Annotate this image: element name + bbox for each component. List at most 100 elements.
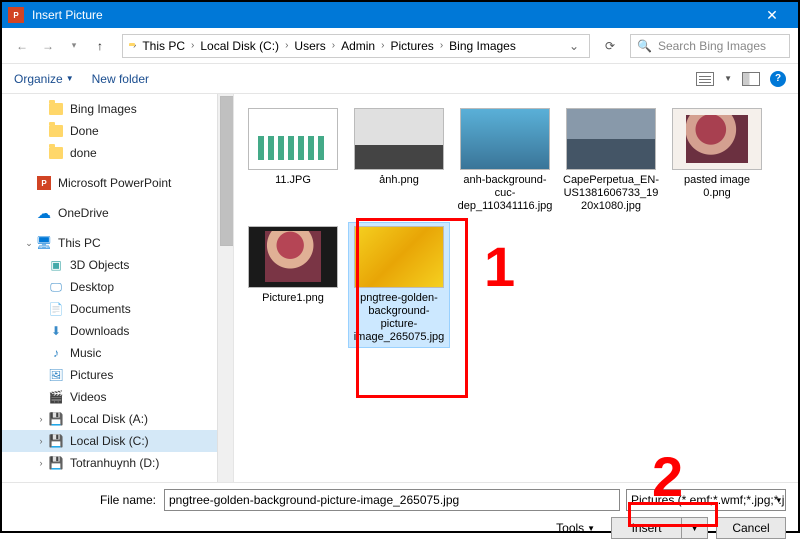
sidebar-item-label: This PC [58, 236, 101, 250]
sidebar: Bing Images Done done P Microsoft PowerPoint… [2, 94, 234, 482]
sidebar-item-label: Documents [70, 302, 131, 316]
file-item[interactable]: pasted image 0.png [666, 104, 768, 218]
sidebar-item[interactable]: Bing Images [2, 98, 233, 120]
search-input[interactable]: 🔍 Search Bing Images [630, 34, 790, 58]
expand-icon[interactable]: › [34, 436, 48, 446]
folder-icon [48, 145, 64, 161]
3d-icon: ▣ [48, 257, 64, 273]
chevron-right-icon: › [131, 40, 138, 51]
sidebar-item[interactable]: 🖼Pictures [2, 364, 233, 386]
cancel-button[interactable]: Cancel [716, 517, 786, 539]
breadcrumb-seg[interactable]: This PC [138, 39, 189, 53]
breadcrumb-seg[interactable]: Admin [337, 39, 379, 53]
sidebar-item[interactable]: ☁OneDrive [2, 202, 233, 224]
sidebar-item-label: Downloads [70, 324, 129, 338]
file-item[interactable]: CapePerpetua_EN-US1381606733_1920x1080.j… [560, 104, 662, 218]
sidebar-item[interactable]: 🖵 Desktop [2, 276, 233, 298]
sidebar-item-label: OneDrive [58, 206, 109, 220]
view-details-icon[interactable] [742, 72, 760, 86]
breadcrumb-seg[interactable]: Users [290, 39, 329, 53]
expand-icon[interactable]: ⌄ [22, 238, 36, 249]
expand-icon[interactable]: › [34, 458, 48, 468]
sidebar-item[interactable]: ⌄🖥 This PC [2, 232, 233, 254]
music-icon: ♪ [48, 345, 64, 361]
pictures-icon: 🖼 [48, 367, 64, 383]
sidebar-item-label: Microsoft PowerPoint [58, 176, 171, 190]
recent-dropdown[interactable]: ▾ [62, 34, 86, 58]
sidebar-item-label: Music [70, 346, 101, 360]
refresh-button[interactable]: ⟳ [598, 34, 622, 58]
sidebar-item[interactable]: ▣ 3D Objects [2, 254, 233, 276]
help-icon[interactable]: ? [770, 71, 786, 87]
forward-button: → [36, 34, 60, 58]
chevron-right-icon: › [189, 40, 196, 51]
sidebar-item[interactable]: P Microsoft PowerPoint [2, 172, 233, 194]
sidebar-item-label: Local Disk (C:) [70, 434, 149, 448]
app-icon: P [8, 7, 24, 23]
sidebar-item-label: Bing Images [70, 102, 137, 116]
file-thumbnail [566, 108, 656, 170]
sidebar-item[interactable]: 🎬Videos [2, 386, 233, 408]
view-large-icon[interactable] [696, 72, 714, 86]
sidebar-item[interactable]: ›💾Local Disk (A:) [2, 408, 233, 430]
breadcrumb-seg[interactable]: Local Disk (C:) [196, 39, 283, 53]
organize-menu[interactable]: Organize▼ [14, 72, 74, 86]
sidebar-item[interactable]: ›💾Totranhuynh (D:) [2, 452, 233, 474]
desktop-icon: 🖵 [48, 279, 64, 295]
chevron-right-icon: › [438, 40, 445, 51]
sidebar-item[interactable]: done [2, 142, 233, 164]
file-thumbnail [248, 226, 338, 288]
videos-icon: 🎬 [48, 389, 64, 405]
file-name: anh-background-cuc-dep_110341116.jpg [458, 174, 553, 214]
file-item[interactable]: ảnh.png [348, 104, 450, 218]
chevron-right-icon: › [379, 40, 386, 51]
up-button[interactable]: ↑ [88, 34, 112, 58]
toolbar: Organize▼ New folder ▼ ? [2, 64, 798, 94]
file-item[interactable]: Picture1.png [242, 222, 344, 349]
search-placeholder: Search Bing Images [658, 39, 766, 53]
sidebar-item[interactable]: ⬇ Downloads [2, 320, 233, 342]
sidebar-item-label: Done [70, 124, 99, 138]
window-title: Insert Picture [32, 8, 103, 22]
newfolder-button[interactable]: New folder [92, 72, 149, 86]
sidebar-item[interactable]: ›💾 Local Disk (C:) [2, 430, 233, 452]
pc-icon: 🖥 [36, 235, 52, 251]
sidebar-item-label: Totranhuynh (D:) [70, 456, 159, 470]
navbar: ← → ▾ ↑ › This PC › Local Disk (C:) › Us… [2, 28, 798, 64]
file-pane[interactable]: 11.JPGảnh.pnganh-background-cuc-dep_1103… [234, 94, 798, 482]
view-dropdown[interactable]: ▼ [724, 74, 732, 83]
breadcrumb-seg[interactable]: Pictures [386, 39, 437, 53]
chevron-right-icon: › [330, 40, 337, 51]
annotation-number-2: 2 [652, 444, 683, 509]
sidebar-item[interactable]: Done [2, 120, 233, 142]
sidebar-item-label: Desktop [70, 280, 114, 294]
breadcrumb-expand[interactable]: ⌄ [563, 39, 585, 53]
file-thumbnail [354, 108, 444, 170]
chevron-right-icon: › [283, 40, 290, 51]
disk-icon: 💾 [48, 411, 64, 427]
breadcrumb-seg[interactable]: Bing Images [445, 39, 520, 53]
disk-icon: 💾 [48, 433, 64, 449]
file-item[interactable]: 11.JPG [242, 104, 344, 218]
file-thumbnail [672, 108, 762, 170]
file-thumbnail [460, 108, 550, 170]
close-icon[interactable]: ✕ [752, 7, 792, 24]
breadcrumb[interactable]: › This PC › Local Disk (C:) › Users › Ad… [122, 34, 590, 58]
sidebar-scrollbar[interactable] [217, 94, 233, 482]
ppt-icon: P [36, 175, 52, 191]
filename-label: File name: [14, 493, 164, 507]
filename-input[interactable] [164, 489, 620, 511]
file-name: CapePerpetua_EN-US1381606733_1920x1080.j… [563, 174, 659, 214]
sidebar-item-label: done [70, 146, 97, 160]
expand-icon[interactable]: › [34, 414, 48, 424]
search-icon: 🔍 [637, 39, 652, 53]
downloads-icon: ⬇ [48, 323, 64, 339]
back-button[interactable]: ← [10, 34, 34, 58]
sidebar-item[interactable]: 📄Documents [2, 298, 233, 320]
file-name: pasted image 0.png [670, 174, 764, 200]
file-thumbnail [248, 108, 338, 170]
folder-icon [48, 101, 64, 117]
sidebar-item[interactable]: ♪ Music [2, 342, 233, 364]
file-item[interactable]: anh-background-cuc-dep_110341116.jpg [454, 104, 556, 218]
sidebar-item-label: 3D Objects [70, 258, 129, 272]
